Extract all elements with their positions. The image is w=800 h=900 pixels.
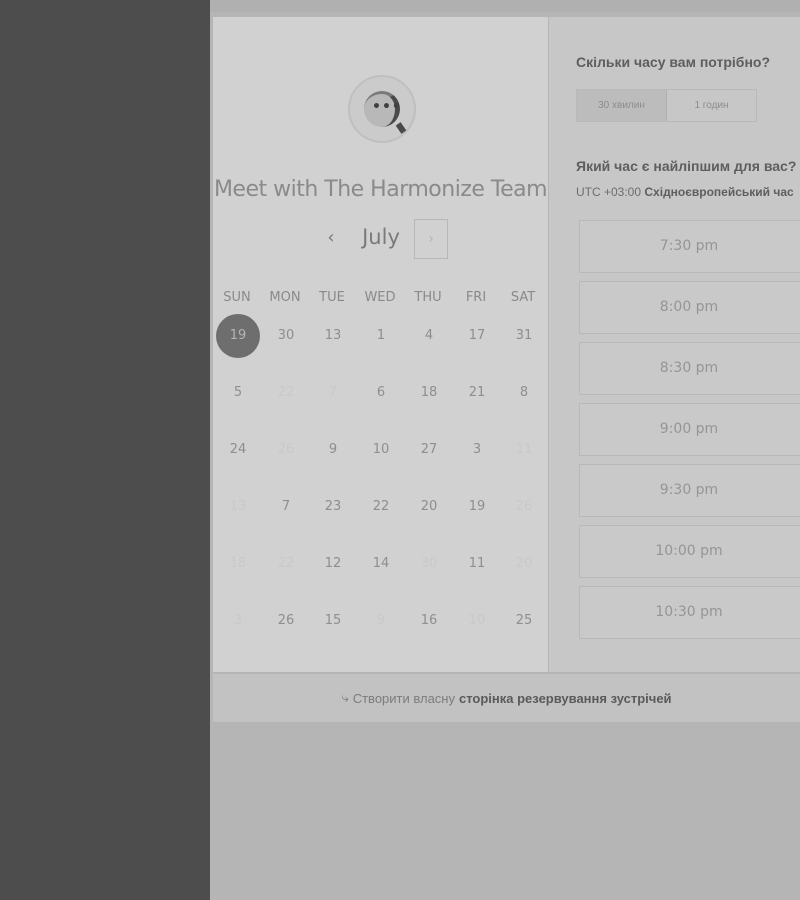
footer-bar: ⤷ Створити власну сторінка резервування … [213,674,800,722]
calendar-day[interactable]: 20 [407,485,451,529]
calendar-day: 30 [420,556,438,571]
time-slot-button[interactable]: 10:00 pm [579,525,800,578]
calendar-day[interactable]: 1 [359,314,403,358]
time-panel: Скільки часу вам потрібно? 30 хвилин 1 г… [549,17,800,672]
harmonize-logo: ••• [348,75,416,143]
prev-month-button[interactable]: ‹ [319,223,343,253]
weekday-sun: SUN [223,290,251,305]
calendar-day: 20 [515,556,533,571]
duration-1hour-button[interactable]: 1 годин [667,90,756,121]
weekday-thu: THU [414,290,442,305]
weekday-wed: WED [364,290,396,305]
calendar-day[interactable]: 21 [455,371,499,415]
calendar-day: 11 [515,442,533,457]
weekday-sat: SAT [510,290,536,305]
weekday-tue: TUE [319,290,345,305]
calendar-day: 18 [229,556,247,571]
calendar-day[interactable]: 10 [359,428,403,472]
calendar-day[interactable]: 3 [455,428,499,472]
link-icon: ⤷ [341,690,349,705]
sidebar [0,0,210,900]
footer-text: Створити власну [352,690,455,706]
calendar-day[interactable]: 27 [407,428,451,472]
calendar-day: 10 [468,613,486,628]
calendar-day[interactable]: 24 [216,428,260,472]
calendar-day[interactable]: 18 [407,371,451,415]
calendar-day[interactable]: 13 [311,314,355,358]
calendar-day[interactable]: 25 [502,599,546,643]
calendar-day[interactable]: 5 [216,371,260,415]
time-heading: Який час є найліпшим для вас? [576,158,797,174]
timezone-offset: UTC +03:00 [576,185,642,199]
duration-30min-button[interactable]: 30 хвилин [577,90,667,121]
calendar-day[interactable]: 7 [264,485,308,529]
time-slot-button[interactable]: 9:30 pm [579,464,800,517]
calendar-day[interactable]: 4 [407,314,451,358]
calendar-day[interactable]: 12 [311,542,355,586]
calendar-day: 22 [277,385,295,400]
time-slot-button[interactable]: 10:30 pm [579,586,800,639]
calendar-day[interactable]: 17 [455,314,499,358]
meeting-title: Meet with The Harmonize Team [213,177,548,202]
calendar-day: 9 [376,613,386,628]
calendar-day[interactable]: 26 [264,599,308,643]
calendar-day[interactable]: 30 [264,314,308,358]
calendar-day: 3 [233,613,243,628]
timezone-name: Східноєвропейський час [644,185,794,199]
calendar-day[interactable]: 14 [359,542,403,586]
calendar-day[interactable]: 22 [359,485,403,529]
month-label: July [362,225,400,249]
time-slot-button[interactable]: 8:30 pm [579,342,800,395]
next-month-button[interactable]: › [414,219,448,259]
selected-date[interactable]: 19 [216,314,260,358]
time-slot-button[interactable]: 9:00 pm [579,403,800,456]
time-slot-button[interactable]: 8:00 pm [579,281,800,334]
calendar-day[interactable]: 23 [311,485,355,529]
duration-toggle: 30 хвилин 1 годин [576,89,757,122]
calendar-day[interactable]: 11 [455,542,499,586]
card-top-strip [210,0,800,12]
calendar-day[interactable]: 15 [311,599,355,643]
calendar-panel: ••• Meet with The Harmonize Team ‹ July … [213,17,548,672]
calendar-day[interactable]: 16 [407,599,451,643]
weekday-mon: MON [269,290,301,305]
calendar-day: 7 [328,385,338,400]
calendar-day[interactable]: 9 [311,428,355,472]
calendar-day[interactable]: 6 [359,371,403,415]
calendar-day: 26 [277,442,295,457]
calendar-day: 22 [277,556,295,571]
weekday-fri: FRI [465,290,487,305]
calendar-day[interactable]: 19 [455,485,499,529]
calendar-day: 26 [515,499,533,514]
duration-heading: Скільки часу вам потрібно? [576,54,771,70]
time-slot-button[interactable]: 7:30 pm [579,220,800,273]
calendar-day[interactable]: 8 [502,371,546,415]
timezone-selector[interactable]: UTC +03:00 Східноєвропейський час [576,185,794,199]
calendar-day[interactable]: 31 [502,314,546,358]
booking-page-link[interactable]: сторінка резервування зустрічей [459,691,672,706]
calendar-day: 13 [229,499,247,514]
